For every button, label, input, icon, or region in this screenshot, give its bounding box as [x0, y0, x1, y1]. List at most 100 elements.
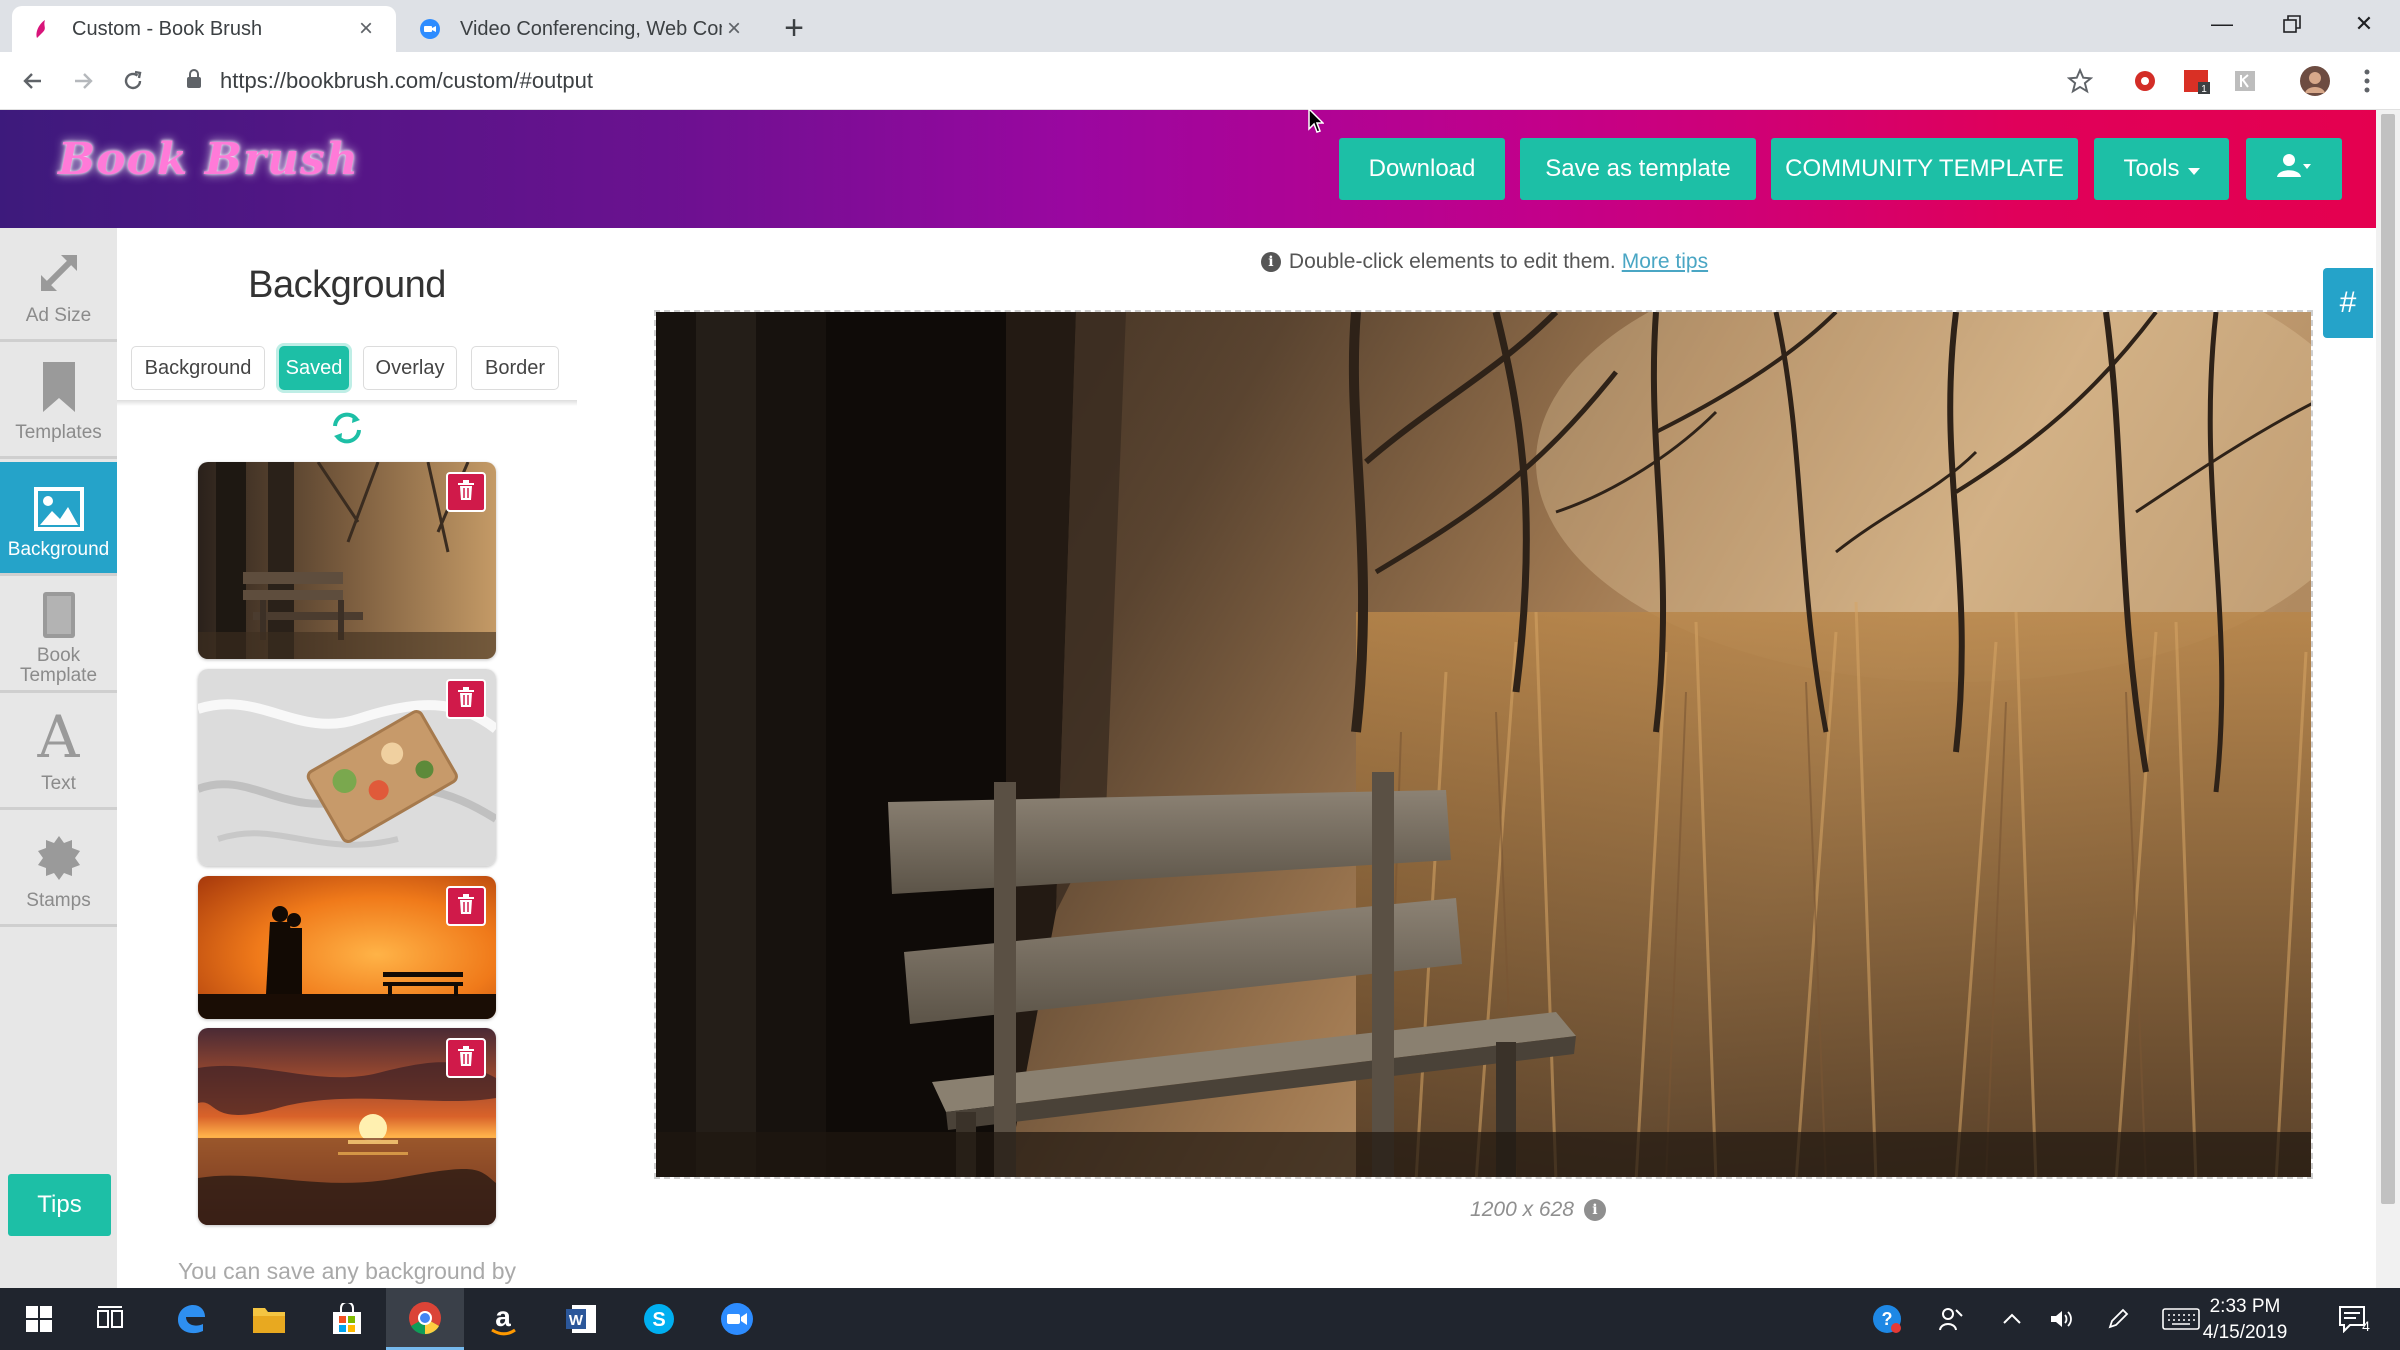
tab-title: Video Conferencing, Web Confer — [460, 17, 722, 40]
rail-item-text[interactable]: A Text — [0, 696, 117, 810]
book-icon — [39, 590, 79, 640]
save-as-template-button[interactable]: Save as template — [1520, 138, 1756, 200]
new-tab-button[interactable]: + — [776, 10, 812, 46]
back-arrow-icon[interactable] — [14, 62, 52, 100]
user-menu-button[interactable] — [2246, 138, 2342, 200]
lock-icon — [186, 68, 202, 94]
clock-time: 2:33 PM — [2209, 1296, 2281, 1317]
rail-item-book-template[interactable]: Book Template — [0, 579, 117, 693]
tip-text: Double-click elements to edit them. — [1288, 250, 1616, 273]
hashtag-button[interactable]: # — [2323, 268, 2373, 338]
more-tips-link[interactable]: More tips — [1622, 250, 1708, 274]
delete-button[interactable] — [446, 679, 486, 719]
mouse-cursor-icon — [1308, 107, 1325, 139]
rail-item-ad-size[interactable]: Ad Size — [0, 228, 117, 342]
calendar-extension-icon[interactable]: 1 — [2180, 64, 2214, 98]
puzzle-extension-icon[interactable] — [2228, 64, 2262, 98]
download-button[interactable]: Download — [1339, 138, 1505, 200]
canvas-size-label: 1200 x 628 i — [593, 1198, 2400, 1222]
info-icon: i — [1260, 252, 1281, 272]
tool-rail: Ad Size Templates Background Book Templa… — [0, 228, 117, 1288]
browser-tab-zoom[interactable]: Video Conferencing, Web Confer × — [400, 6, 764, 52]
tools-label: Tools — [2123, 155, 2180, 182]
microsoft-store-icon[interactable] — [308, 1288, 386, 1350]
close-tab-icon[interactable]: × — [354, 15, 378, 43]
browser-tabstrip: Custom - Book Brush × Video Conferencing… — [0, 0, 2400, 52]
user-icon — [2277, 153, 2311, 186]
profile-avatar[interactable] — [2298, 64, 2332, 98]
rail-label: Stamps — [26, 890, 91, 911]
restore-icon[interactable] — [2266, 4, 2318, 44]
delete-button[interactable] — [446, 886, 486, 926]
background-panel: Background Background Saved Overlay Bord… — [117, 228, 593, 1288]
saved-thumbnail-bench[interactable] — [198, 462, 496, 659]
canvas-background-image[interactable] — [656, 312, 2313, 1179]
browser-tab-bookbrush[interactable]: Custom - Book Brush × — [12, 6, 396, 52]
info-icon[interactable]: i — [1583, 1199, 1606, 1221]
close-window-icon[interactable]: ✕ — [2338, 4, 2390, 44]
saved-thumbnail-ocean-sunset[interactable] — [198, 1028, 496, 1225]
zoom-app-icon[interactable] — [698, 1288, 776, 1350]
panel-hint-text: You can save any background by — [177, 1258, 516, 1284]
help-tray-icon[interactable]: ? — [1862, 1288, 1912, 1350]
taskbar-clock[interactable]: 2:33 PM 4/15/2019 — [2190, 1294, 2300, 1346]
clock-date: 4/15/2019 — [2202, 1322, 2288, 1343]
notifications-icon[interactable]: 4 — [2326, 1288, 2382, 1350]
page-scrollbar-thumb[interactable] — [2381, 114, 2395, 1204]
minimize-icon[interactable]: — — [2196, 4, 2248, 44]
subtab-border[interactable]: Border — [471, 346, 559, 390]
reload-icon[interactable] — [114, 62, 152, 100]
rail-item-background[interactable]: Background — [0, 462, 117, 576]
lastpass-extension-icon[interactable] — [2128, 64, 2162, 98]
windows-taskbar: a W S ? 2:33 PM 4/15/2019 4 — [0, 1288, 2400, 1350]
chrome-taskbar-icon[interactable] — [386, 1288, 464, 1350]
saved-thumbnail-couple-sunset[interactable] — [198, 876, 496, 1019]
rail-label: Book Template — [19, 645, 98, 686]
tips-button[interactable]: Tips — [8, 1174, 111, 1236]
subtab-saved[interactable]: Saved — [279, 346, 349, 390]
kebab-menu-icon[interactable] — [2350, 64, 2384, 98]
community-template-button[interactable]: COMMUNITY TEMPLATE — [1771, 138, 2078, 200]
browser-toolbar: https://bookbrush.com/custom/#output 1 — [0, 52, 2400, 110]
bookmark-star-icon[interactable] — [2063, 64, 2097, 98]
amazon-icon[interactable]: a — [464, 1288, 542, 1350]
delete-button[interactable] — [446, 1038, 486, 1078]
rail-label: Text — [41, 773, 76, 794]
bookbrush-favicon-icon — [30, 17, 54, 41]
url-text: https://bookbrush.com/custom/#output — [220, 68, 593, 93]
forward-arrow-icon[interactable] — [64, 62, 102, 100]
word-icon[interactable]: W — [542, 1288, 620, 1350]
people-icon[interactable] — [1928, 1288, 1974, 1350]
svg-text:1: 1 — [2201, 84, 2207, 95]
app-header: Book Brush Download Save as template COM… — [0, 110, 2376, 228]
trash-icon — [457, 893, 475, 919]
pen-icon[interactable] — [2096, 1288, 2140, 1350]
notification-count: 4 — [2362, 1318, 2370, 1334]
stamp-icon — [35, 834, 83, 882]
windows-start-icon[interactable] — [0, 1288, 78, 1350]
page-scrollbar[interactable] — [2376, 110, 2400, 1288]
file-explorer-icon[interactable] — [230, 1288, 308, 1350]
address-bar[interactable]: https://bookbrush.com/custom/#output — [174, 60, 2124, 102]
svg-text:?: ? — [1882, 1309, 1893, 1329]
volume-icon[interactable] — [2040, 1288, 2084, 1350]
edge-browser-icon[interactable] — [152, 1288, 230, 1350]
text-icon: A — [37, 703, 80, 771]
rail-item-stamps[interactable]: Stamps — [0, 813, 117, 927]
rail-item-templates[interactable]: Templates — [0, 345, 117, 459]
skype-icon[interactable]: S — [620, 1288, 698, 1350]
close-tab-icon[interactable]: × — [722, 15, 746, 43]
tools-dropdown-button[interactable]: Tools — [2094, 138, 2229, 200]
bookbrush-logo[interactable]: Book Brush — [58, 134, 359, 185]
show-hidden-icons-icon[interactable] — [1990, 1288, 2034, 1350]
delete-button[interactable] — [446, 472, 486, 512]
refresh-icon[interactable] — [327, 408, 367, 448]
subtab-background[interactable]: Background — [131, 346, 265, 390]
canvas-area: i Double-click elements to edit them. Mo… — [593, 228, 2376, 1288]
task-view-icon[interactable] — [72, 1288, 150, 1350]
design-canvas[interactable] — [654, 310, 2313, 1179]
subtab-overlay[interactable]: Overlay — [363, 346, 457, 390]
rail-label: Background — [7, 539, 110, 560]
svg-text:a: a — [495, 1302, 511, 1332]
saved-thumbnail-breakfast[interactable] — [198, 669, 496, 866]
